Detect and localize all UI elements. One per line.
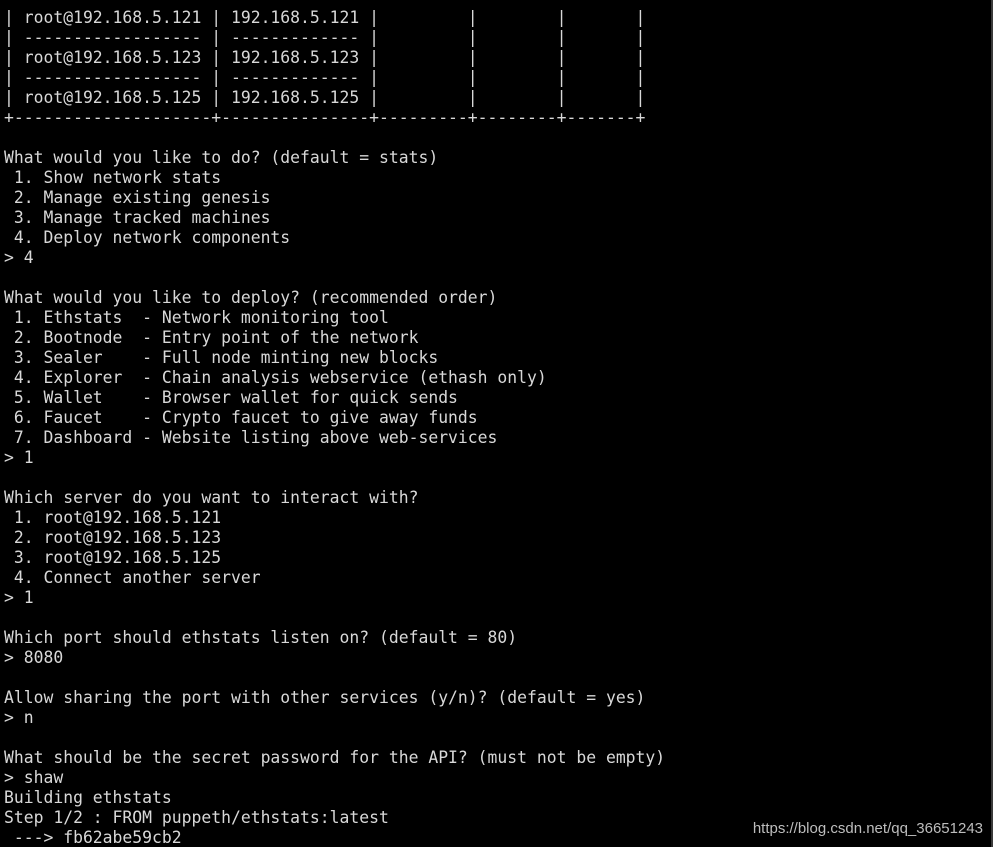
terminal-line: 3. root@192.168.5.125 xyxy=(4,548,222,567)
terminal-line: +--------------------+---------------+--… xyxy=(4,108,646,127)
terminal-line: 4. Connect another server xyxy=(4,568,261,587)
terminal-line: > 1 xyxy=(4,588,34,607)
terminal-line: 3. Sealer - Full node minting new blocks xyxy=(4,348,439,367)
terminal-line: 4. Deploy network components xyxy=(4,228,291,247)
terminal-line: What would you like to deploy? (recommen… xyxy=(4,288,498,307)
terminal-line: Which server do you want to interact wit… xyxy=(4,488,419,507)
terminal-line: > n xyxy=(4,708,34,727)
terminal-line: What should be the secret password for t… xyxy=(4,748,666,767)
terminal-line: | ------------------ | ------------- | |… xyxy=(4,68,646,87)
terminal-line: 1. Ethstats - Network monitoring tool xyxy=(4,308,389,327)
terminal-line: 6. Faucet - Crypto faucet to give away f… xyxy=(4,408,478,427)
terminal-line: > shaw xyxy=(4,768,64,787)
terminal-line: | root@192.168.5.121 | 192.168.5.121 | |… xyxy=(4,8,646,27)
terminal-line: 1. Show network stats xyxy=(4,168,222,187)
terminal-line: 2. Bootnode - Entry point of the network xyxy=(4,328,419,347)
terminal-line: 4. Explorer - Chain analysis webservice … xyxy=(4,368,547,387)
terminal-line: 2. Manage existing genesis xyxy=(4,188,271,207)
terminal-line: Building ethstats xyxy=(4,788,172,807)
terminal-line: 5. Wallet - Browser wallet for quick sen… xyxy=(4,388,458,407)
terminal-line: Which port should ethstats listen on? (d… xyxy=(4,628,518,647)
terminal-line: Allow sharing the port with other servic… xyxy=(4,688,646,707)
terminal-line: | ------------------ | ------------- | |… xyxy=(4,28,646,47)
terminal-line: > 4 xyxy=(4,248,34,267)
terminal-line: 2. root@192.168.5.123 xyxy=(4,528,222,547)
terminal-line: > 8080 xyxy=(4,648,64,667)
terminal-line: > 1 xyxy=(4,448,34,467)
terminal-line: 7. Dashboard - Website listing above web… xyxy=(4,428,498,447)
terminal-line: 3. Manage tracked machines xyxy=(4,208,271,227)
terminal-output[interactable]: | root@192.168.5.121 | 192.168.5.121 | |… xyxy=(4,8,993,847)
watermark-url: https://blog.csdn.net/qq_36651243 xyxy=(752,820,983,837)
terminal-line: 1. root@192.168.5.121 xyxy=(4,508,222,527)
terminal-line: | root@192.168.5.125 | 192.168.5.125 | |… xyxy=(4,88,646,107)
terminal-line: What would you like to do? (default = st… xyxy=(4,148,439,167)
terminal-line: | root@192.168.5.123 | 192.168.5.123 | |… xyxy=(4,48,646,67)
